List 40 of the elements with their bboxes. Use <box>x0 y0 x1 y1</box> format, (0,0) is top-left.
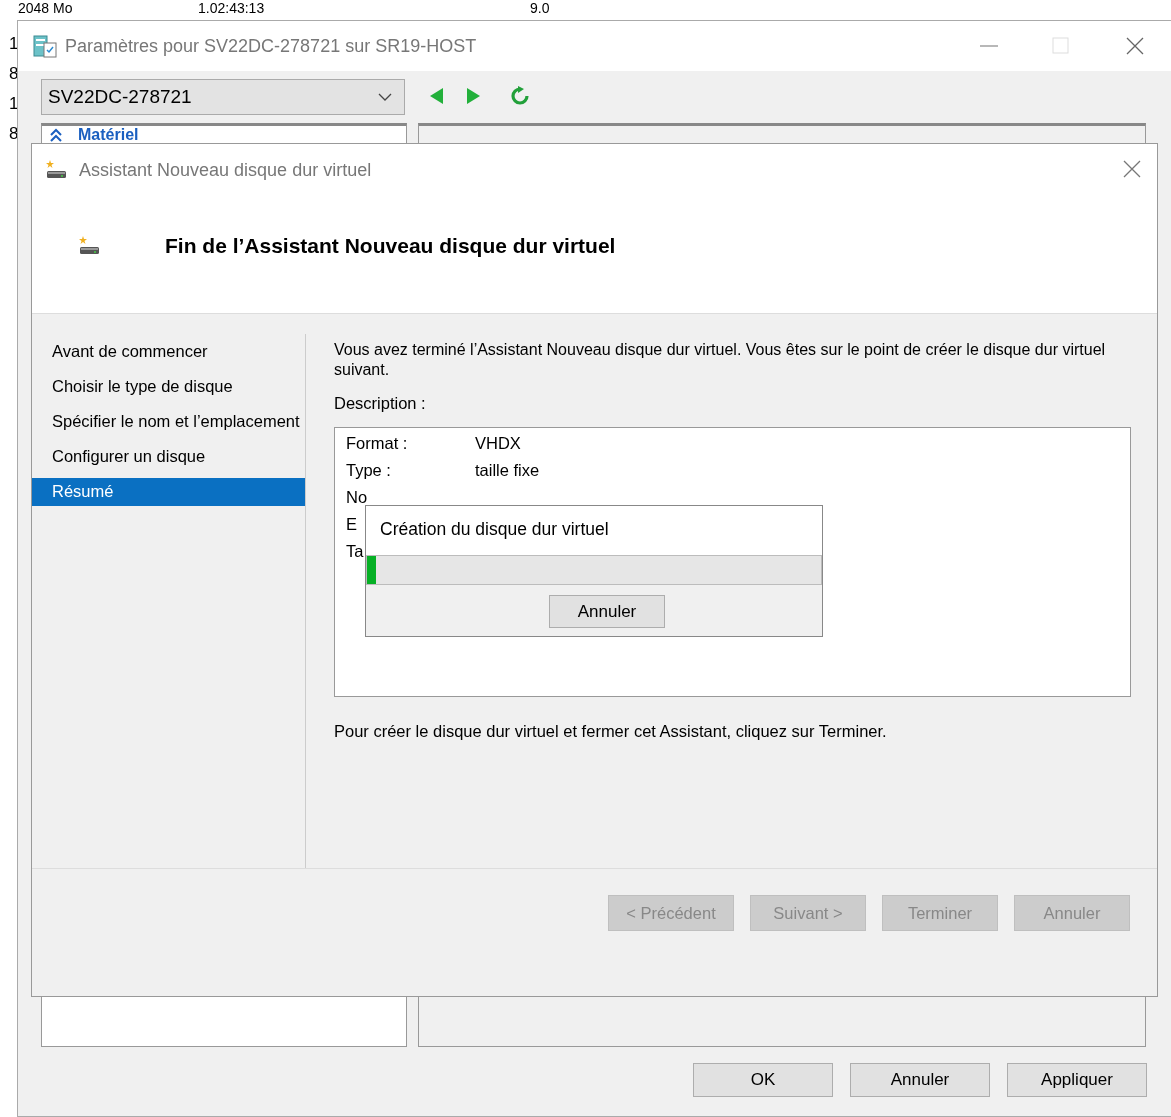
settings-document-icon <box>32 33 58 59</box>
dialog-button[interactable]: OK <box>693 1063 833 1097</box>
table-cell: 1 <box>9 34 19 54</box>
field-label: No <box>346 488 368 508</box>
close-icon[interactable] <box>1123 160 1141 178</box>
table-cell: 2048 Mo <box>18 1 73 16</box>
wizard-heading: Fin de l’Assistant Nouveau disque dur virtuel <box>165 234 616 258</box>
field-label: E <box>346 515 357 535</box>
window-title: Paramètres pour SV22DC-278721 sur SR19-HOST <box>65 36 477 57</box>
forward-arrow-icon[interactable] <box>466 87 482 105</box>
collapse-icon[interactable] <box>50 128 62 142</box>
disk-drive-icon <box>78 235 100 257</box>
table-cell: 9.0 <box>530 1 550 16</box>
dialog-title: Création du disque dur virtuel <box>380 519 609 539</box>
caret-icon <box>378 93 392 101</box>
wizard-step[interactable]: Spécifier le nom et l’emplacement <box>32 408 305 436</box>
close-icon[interactable] <box>1125 36 1145 56</box>
refresh-icon[interactable] <box>510 86 530 106</box>
table-cell: 1 <box>9 94 19 114</box>
description-label: Description : <box>334 394 427 413</box>
field-value: taille fixe <box>475 461 540 481</box>
cancel-button[interactable]: Annuler <box>549 595 665 628</box>
field-value: VHDX <box>475 434 521 454</box>
field-label: Ta <box>346 542 364 562</box>
field-label: Type : <box>346 461 391 481</box>
dialog-button[interactable]: Appliquer <box>1007 1063 1147 1097</box>
tree-heading[interactable]: Matériel <box>78 126 139 143</box>
wizard-step[interactable]: Résumé <box>32 478 305 506</box>
vm-select[interactable]: SV22DC-278721 <box>41 79 405 115</box>
window-title: Assistant Nouveau disque dur virtuel <box>79 159 372 181</box>
dialog-button[interactable]: Annuler <box>850 1063 990 1097</box>
wizard-step[interactable]: Configurer un disque <box>32 443 305 471</box>
disk-drive-icon <box>45 159 67 181</box>
back-arrow-icon[interactable] <box>428 87 444 105</box>
wizard-step[interactable]: Choisir le type de disque <box>32 373 305 401</box>
intro-text: Vous avez terminé l’Assistant Nouveau disque dur virtuel. Vous êtes sur le point de créer le disque dur virtuel suivant. <box>334 340 1107 380</box>
field-label: Format : <box>346 434 408 454</box>
table-cell: 1.02:43:13 <box>198 1 265 16</box>
instruction-text: Pour créer le disque dur virtuel et fermer cet Assistant, cliquez sur Terminer. <box>334 722 888 741</box>
wizard-step[interactable]: Avant de commencer <box>32 338 305 366</box>
